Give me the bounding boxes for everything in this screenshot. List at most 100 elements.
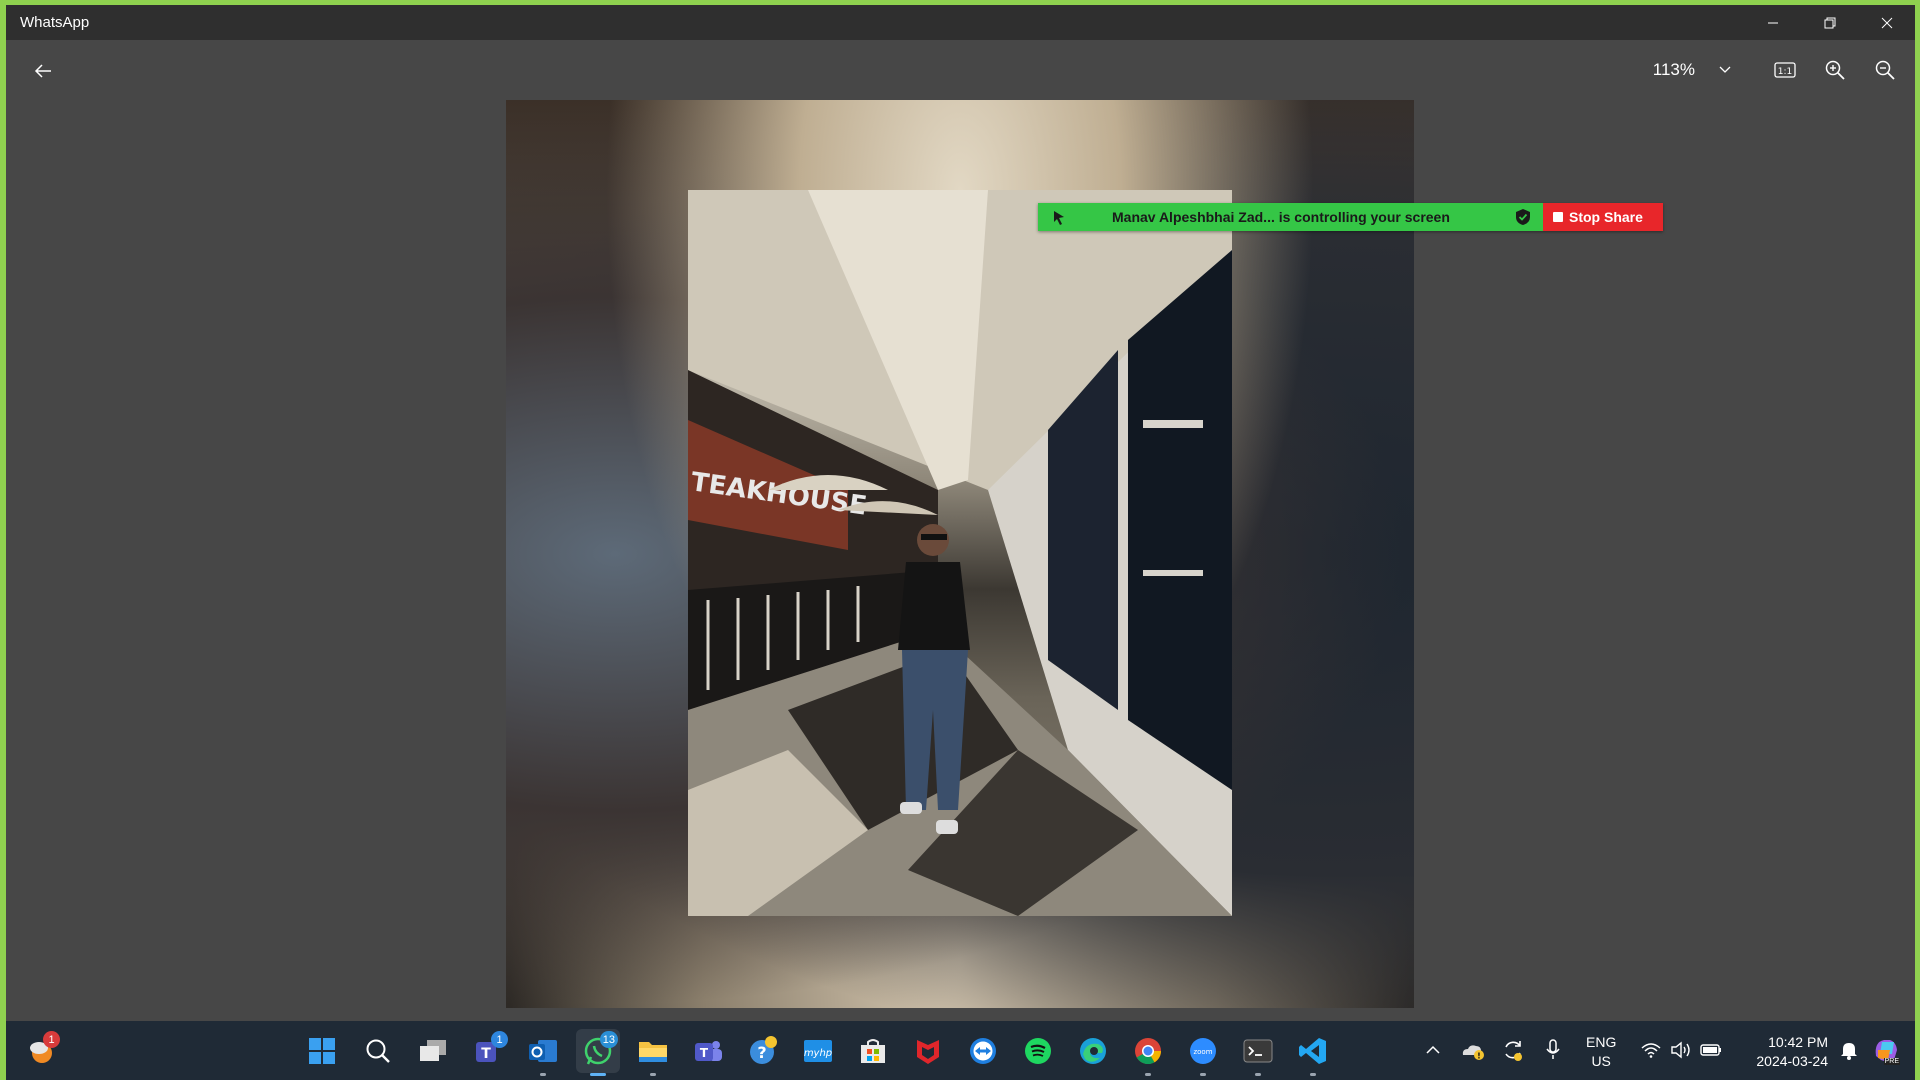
copilot-button[interactable]: PRE (1872, 1037, 1900, 1065)
bell-icon (1841, 1043, 1857, 1060)
language-code: ENG (1586, 1034, 1617, 1050)
remote-control-icon (1050, 208, 1068, 229)
sync-icon (1505, 1041, 1522, 1061)
zoom-out-button[interactable] (1865, 50, 1905, 90)
taskbar-app-outlook[interactable] (521, 1029, 565, 1076)
tray-microphone[interactable] (1540, 1037, 1566, 1063)
zoom-icon: zoom (1190, 1038, 1216, 1064)
taskbar-app-vscode[interactable] (1291, 1029, 1335, 1076)
zoom-out-icon (1875, 60, 1895, 80)
clock-date: 2024-03-24 (1756, 1053, 1828, 1069)
restore-icon (1824, 17, 1835, 28)
minimize-icon (1767, 22, 1778, 23)
terminal-icon (1243, 1039, 1273, 1063)
tray-onedrive[interactable]: ! (1460, 1037, 1486, 1063)
tray-volume[interactable] (1668, 1037, 1694, 1063)
zoom-dropdown[interactable] (1705, 50, 1745, 90)
taskbar-app-chrome[interactable] (1126, 1029, 1170, 1076)
shield-icon (1515, 208, 1531, 229)
store-icon (861, 1039, 885, 1063)
mcafee-icon (917, 1040, 939, 1064)
svg-text:1:1: 1:1 (1778, 67, 1792, 77)
tray-wifi[interactable] (1638, 1037, 1664, 1063)
tray-overflow-button[interactable] (1420, 1037, 1446, 1063)
svg-text:zoom: zoom (1193, 1048, 1212, 1056)
stop-share-label: Stop Share (1569, 209, 1643, 225)
restore-button[interactable] (1801, 5, 1858, 40)
running-indicator (650, 1073, 656, 1076)
windows-icon (309, 1038, 335, 1064)
clock-time: 10:42 PM (1768, 1034, 1828, 1050)
myhp-icon: myhp (804, 1040, 832, 1062)
teams-icon: T (695, 1041, 722, 1061)
running-indicator (540, 1073, 546, 1076)
tray-battery[interactable] (1698, 1037, 1724, 1063)
taskbar-app-terminal[interactable] (1236, 1029, 1280, 1076)
running-indicator (1200, 1073, 1206, 1076)
svg-text:!: ! (1477, 1052, 1481, 1061)
weather-badge: 1 (43, 1031, 60, 1048)
taskbar-app-mcafee[interactable] (906, 1029, 950, 1073)
outlook-icon (529, 1040, 557, 1062)
taskbar: 1 T 1 13 T ? myhp zoom ! ENG US 10:42 PM… (6, 1021, 1915, 1080)
image-canvas[interactable]: TEAKHOUSE (506, 100, 1414, 1008)
screen-share-banner: Manav Alpeshbhai Zad... is controlling y… (1038, 203, 1663, 231)
wifi-icon (1641, 1043, 1661, 1058)
taskbar-app-whatsapp[interactable]: 13 (576, 1029, 620, 1076)
chrome-icon (1135, 1038, 1162, 1065)
svg-text:T: T (481, 1046, 491, 1062)
input-language-button[interactable]: ENG US (1586, 1033, 1616, 1071)
task-view-icon (420, 1040, 446, 1061)
notifications-button[interactable] (1836, 1037, 1862, 1063)
onedrive-warning-icon: ! (1462, 1045, 1484, 1061)
running-indicator (590, 1073, 606, 1076)
viewer-toolbar: 113% 1:1 (6, 40, 1915, 100)
weather-widget[interactable]: 1 (20, 1029, 64, 1073)
taskbar-app-spotify[interactable] (1016, 1029, 1060, 1073)
window-title: WhatsApp (20, 14, 90, 31)
chevron-up-icon (1426, 1045, 1440, 1054)
stop-share-button[interactable]: Stop Share (1543, 203, 1663, 231)
running-indicator (1310, 1073, 1316, 1076)
taskbar-app-store[interactable] (851, 1029, 895, 1073)
photo-scene: TEAKHOUSE (688, 190, 1232, 916)
taskbar-app-teams-chat[interactable]: T 1 (466, 1029, 510, 1073)
taskbar-app-file-explorer[interactable] (631, 1029, 675, 1076)
volume-icon (1671, 1041, 1690, 1059)
taskbar-app-zoom[interactable]: zoom (1181, 1029, 1225, 1076)
back-button[interactable] (28, 56, 58, 86)
start-button[interactable] (300, 1029, 344, 1073)
search-icon (366, 1039, 390, 1063)
system-clock[interactable]: 10:42 PM 2024-03-24 (1738, 1033, 1828, 1071)
taskbar-app-edge[interactable] (1071, 1029, 1115, 1073)
spotify-icon (1025, 1038, 1051, 1064)
search-button[interactable] (356, 1029, 400, 1073)
tray-sync[interactable] (1500, 1037, 1526, 1063)
title-bar: WhatsApp (6, 5, 1915, 40)
region-code: US (1591, 1053, 1611, 1069)
taskbar-app-teams[interactable]: T (686, 1029, 730, 1073)
microphone-icon (1546, 1039, 1560, 1059)
chevron-down-icon (1719, 66, 1731, 73)
photo: TEAKHOUSE (688, 190, 1232, 916)
folder-icon (639, 1042, 667, 1062)
vscode-icon (1299, 1038, 1326, 1064)
zoom-in-button[interactable] (1815, 50, 1855, 90)
actual-size-button[interactable]: 1:1 (1765, 50, 1805, 90)
close-button[interactable] (1858, 5, 1915, 40)
remote-control-notice[interactable]: Manav Alpeshbhai Zad... is controlling y… (1038, 203, 1543, 231)
svg-text:myhp: myhp (804, 1048, 832, 1059)
minimize-button[interactable] (1744, 5, 1801, 40)
taskbar-app-help[interactable]: ? (741, 1029, 785, 1073)
get-help-icon: ? (750, 1036, 777, 1064)
close-icon (1881, 17, 1892, 28)
svg-text:?: ? (757, 1043, 766, 1062)
task-view-button[interactable] (411, 1029, 455, 1073)
whatsapp-badge: 13 (599, 1031, 618, 1048)
running-indicator (1255, 1073, 1261, 1076)
taskbar-app-teamviewer[interactable] (961, 1029, 1005, 1073)
taskbar-app-myhp[interactable]: myhp (796, 1029, 840, 1073)
arrow-left-icon (34, 64, 51, 78)
battery-icon (1700, 1044, 1721, 1056)
zoom-in-icon (1825, 60, 1845, 80)
